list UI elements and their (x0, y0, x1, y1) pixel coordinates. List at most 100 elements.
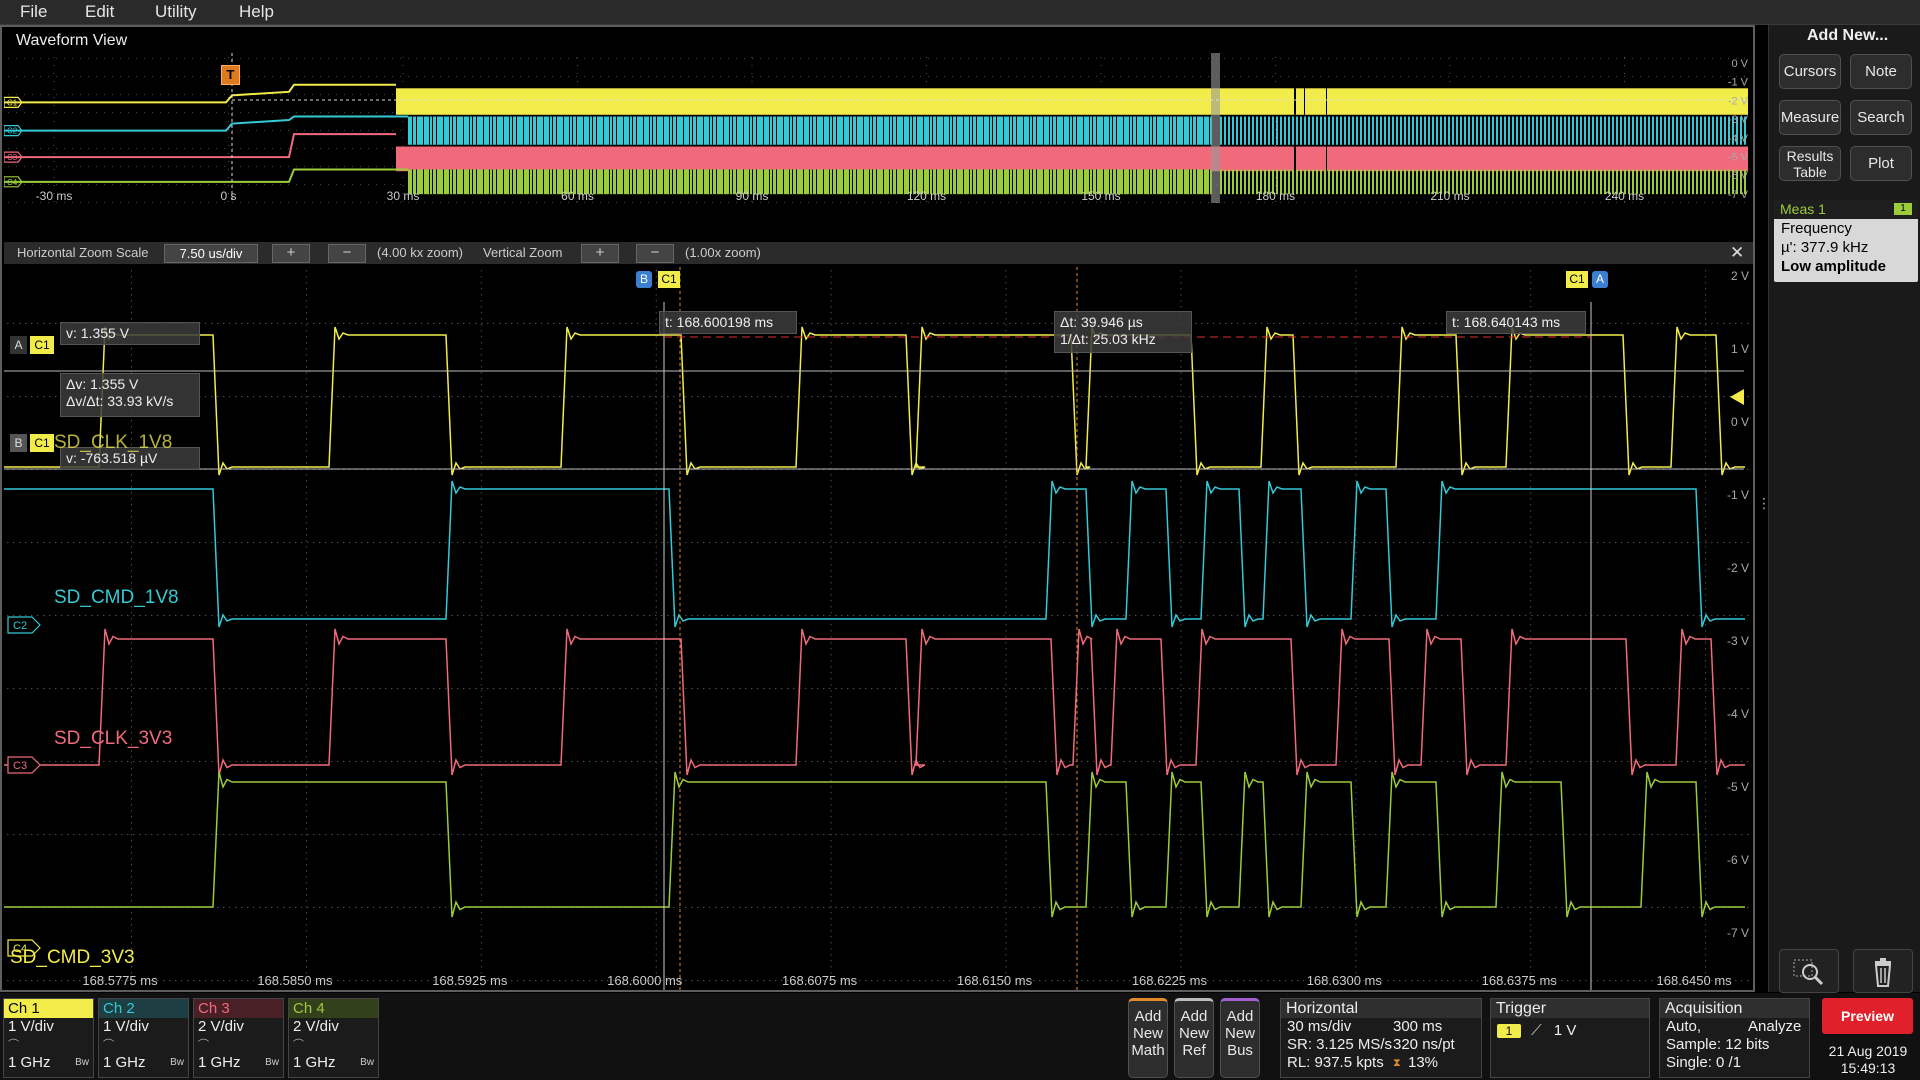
meas-1-value: µ': 377.9 kHz (1781, 239, 1869, 256)
cursor-a-source-flag: C1 (1566, 271, 1588, 288)
ch1-name-label: SD_CLK_1V8 (54, 432, 173, 453)
measure-button[interactable]: Measure (1779, 100, 1841, 135)
ch3-scale: 2 V/div (198, 1018, 244, 1035)
cursors-button[interactable]: Cursors (1779, 54, 1841, 89)
overview-time-label: 240 ms (1605, 189, 1644, 203)
vertical-zoom-factor: (1.00x zoom) (685, 245, 761, 260)
zoom-time-label: 168.6075 ms (782, 973, 858, 988)
note-button[interactable]: Note (1850, 54, 1912, 89)
ch4-coupling-icon: ⌒ (293, 1039, 304, 1051)
results-panel: Add New... Cursors Note Measure Search R… (1768, 25, 1920, 993)
ch3-badge[interactable]: Ch 3 2 V/div ⌒ 1 GHz Bw (193, 998, 284, 1078)
add-new-math-button[interactable]: Add New Math (1128, 998, 1168, 1078)
add-new-bus-button[interactable]: Add New Bus (1220, 998, 1260, 1078)
trash-icon (1874, 958, 1892, 987)
ch4-badge[interactable]: Ch 4 2 V/div ⌒ 1 GHz Bw (288, 998, 379, 1078)
horizontal-zoom-scale-input[interactable]: 7.50 us/div (164, 244, 258, 263)
meas-1-badge[interactable]: Meas 1 1 Frequency µ': 377.9 kHz Low amp… (1774, 200, 1918, 282)
ch3-bandwidth: 1 GHz Bw (194, 1054, 283, 1072)
horizontal-row1: 30 ms/div 300 ms (1281, 1018, 1481, 1036)
horizontal-resolution: 320 ns/pt (1393, 1036, 1455, 1053)
add-math-line2: New (1132, 1025, 1163, 1042)
acquisition-row1: Auto, Analyze (1660, 1018, 1809, 1036)
ch2-bw-limit-icon: Bw (170, 1057, 184, 1068)
ch3-overview-marker-text: C3 (7, 153, 18, 162)
waveform-view[interactable]: Waveform View C1 C2 C3 C4 -30 ms 0 s 30 ms 60 m… (0, 25, 1755, 992)
ch4-bandwidth-value: 1 GHz (293, 1054, 336, 1071)
menu-bar: File Edit Utility Help (0, 0, 1920, 25)
cursor-b-horizontal-label[interactable]: B (10, 434, 27, 452)
add-math-line1: Add (1134, 1008, 1162, 1025)
overview-volt-label: -1 V (1728, 77, 1749, 89)
time-text: 15:49:13 (1840, 1060, 1896, 1076)
zoom-volt-label: -3 V (1727, 634, 1749, 648)
horizontal-row3: RL: 937.5 kpts ⧗ 13% (1281, 1054, 1481, 1072)
zoom-magnifier-icon (1793, 959, 1824, 986)
zoom-time-label: 168.6450 ms (1657, 973, 1733, 988)
acquisition-title: Acquisition (1660, 999, 1809, 1018)
trigger-badge[interactable]: Trigger 1 ⟋ 1 V (1490, 998, 1650, 1078)
overview-zoom-window[interactable] (1211, 53, 1220, 203)
zoom-volt-label: -5 V (1727, 780, 1749, 794)
overview-time-label: 60 ms (561, 189, 594, 203)
ch1-badge[interactable]: Ch 1 1 V/div ⌒ 1 GHz Bw (3, 998, 94, 1078)
ch2-bandwidth-value: 1 GHz (103, 1054, 146, 1071)
trigger-position-marker[interactable]: T (221, 65, 240, 85)
overview-volt-label: -5 V (1728, 152, 1749, 164)
vertical-zoom-minus-button[interactable]: − (636, 244, 674, 263)
overview-time-label: 120 ms (907, 189, 946, 203)
preview-button[interactable]: Preview (1822, 998, 1913, 1034)
overview-time-label: 0 s (220, 189, 236, 203)
delta-v-text: Δv: 1.355 V (66, 376, 139, 392)
zoom-time-label: 168.5850 ms (257, 973, 333, 988)
meas-1-title: Meas 1 (1780, 201, 1826, 217)
close-zoom-icon[interactable]: ✕ (1730, 243, 1744, 263)
zoom-plot[interactable]: 168.5775 ms 168.5850 ms 168.5925 ms 168.600… (4, 267, 1753, 990)
overview-time-label: 210 ms (1430, 189, 1469, 203)
ch1-bw-limit-icon: Bw (75, 1057, 89, 1068)
add-bus-line1: Add (1226, 1008, 1254, 1025)
ch1-coupling-icon: ⌒ (8, 1039, 19, 1051)
settings-bar: Ch 1 1 V/div ⌒ 1 GHz Bw Ch 2 1 V/div ⌒ 1 … (0, 993, 1920, 1080)
menu-file[interactable]: File (20, 2, 47, 22)
overview-time-label: -30 ms (36, 189, 73, 203)
horizontal-zoom-plus-button[interactable]: + (272, 244, 310, 263)
overview-time-label: 90 ms (736, 189, 769, 203)
results-table-line2: Table (1793, 164, 1827, 180)
cursor-delta-t-readout: Δt: 39.946 µs 1/Δt: 25.03 kHz (1054, 311, 1192, 353)
plot-button[interactable]: Plot (1850, 146, 1912, 181)
cursor-a-flag[interactable]: A (1592, 271, 1608, 288)
delete-button[interactable] (1853, 949, 1913, 993)
vertical-zoom-plus-button[interactable]: + (581, 244, 619, 263)
zoom-volt-label: -7 V (1727, 926, 1749, 940)
zoom-tool-button[interactable] (1779, 949, 1839, 993)
overview-plot[interactable]: C1 C2 C3 C4 -30 ms 0 s 30 ms 60 ms 90 ms 120 ms 15… (4, 53, 1752, 203)
search-button[interactable]: Search (1850, 100, 1912, 135)
menu-utility[interactable]: Utility (155, 2, 197, 22)
zoom-bar: Horizontal Zoom Scale 7.50 us/div + − (4… (4, 242, 1753, 264)
add-bus-line2: New (1224, 1025, 1255, 1042)
trigger-title: Trigger (1491, 999, 1649, 1018)
zoom-time-label: 168.6300 ms (1307, 973, 1383, 988)
results-table-line1: Results (1786, 148, 1834, 164)
panel-resize-handle[interactable]: ⋮ (1757, 496, 1771, 524)
horizontal-zoom-minus-button[interactable]: − (328, 244, 366, 263)
cursor-b-flag[interactable]: B (636, 271, 652, 288)
acquisition-badge[interactable]: Acquisition Auto, Analyze Sample: 12 bits… (1659, 998, 1810, 1078)
horizontal-badge[interactable]: Horizontal 30 ms/div 300 ms SR: 3.125 MS/… (1280, 998, 1482, 1078)
ch3-name-label: SD_CLK_3V3 (54, 728, 173, 749)
date-text: 21 Aug 2019 (1828, 1043, 1908, 1059)
cursor-delta-v-readout: Δv: 1.355 V Δv/Δt: 33.93 kV/s (60, 373, 200, 417)
cursor-a-horizontal-label[interactable]: A (10, 336, 27, 354)
results-table-button[interactable]: Results Table (1779, 146, 1841, 181)
ch2-badge[interactable]: Ch 2 1 V/div ⌒ 1 GHz Bw (98, 998, 189, 1078)
zoom-volt-label: 1 V (1731, 342, 1749, 356)
zoom-volt-label: -6 V (1727, 853, 1749, 867)
menu-edit[interactable]: Edit (85, 2, 114, 22)
add-new-ref-button[interactable]: Add New Ref (1174, 998, 1214, 1078)
add-ref-line1: Add (1180, 1008, 1208, 1025)
ch2-scale: 1 V/div (103, 1018, 149, 1035)
horizontal-percent: 13% (1408, 1054, 1439, 1071)
menu-help[interactable]: Help (239, 2, 274, 22)
acquisition-mode: Auto, (1666, 1018, 1702, 1035)
